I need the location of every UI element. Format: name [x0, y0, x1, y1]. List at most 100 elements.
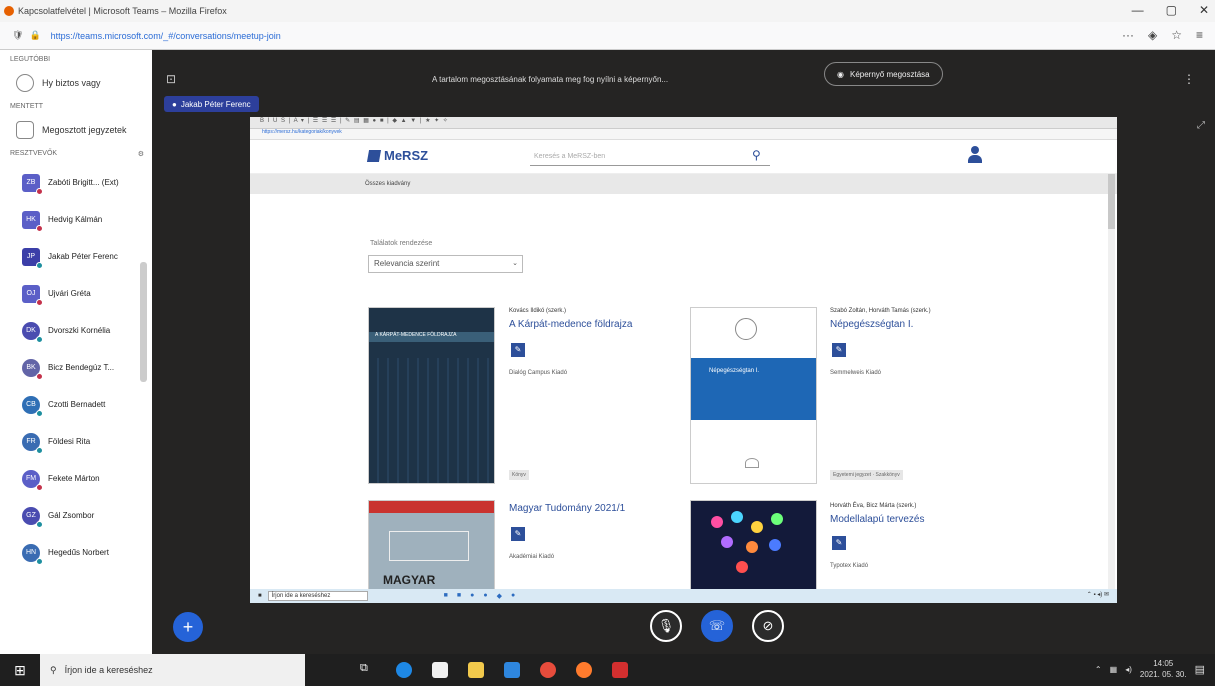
- participants-sidebar: LEGUTÓBBI Hy biztos vagy MENTETT Megoszt…: [0, 50, 152, 654]
- participant-item[interactable]: CB Czotti Bernadett: [0, 386, 152, 423]
- call-controls: 🎙 ☏ ⊘: [650, 610, 784, 642]
- hang-up-button[interactable]: ☏: [701, 610, 733, 642]
- menu-icon[interactable]: ≡: [1196, 28, 1203, 42]
- participant-item[interactable]: JP Jakab Péter Ferenc: [0, 238, 152, 275]
- pdf-icon[interactable]: [612, 662, 628, 678]
- search-icon[interactable]: ⚲: [752, 148, 761, 162]
- tray-chevron-icon[interactable]: ⌃: [1095, 665, 1102, 674]
- avatar: HK: [22, 210, 43, 232]
- participant-item[interactable]: HK Hedvig Kálmán: [0, 201, 152, 238]
- presence-status-icon: [36, 224, 43, 232]
- ebook-badge-icon: ✎: [511, 343, 525, 357]
- volume-icon[interactable]: ◂): [1125, 665, 1132, 674]
- card-tag[interactable]: Egyetemi jegyzet · Szakkönyv: [830, 470, 903, 480]
- clock-date: 2021. 05. 30.: [1139, 670, 1187, 679]
- participant-name: Gál Zsombor: [48, 511, 95, 520]
- chrome-icon[interactable]: [540, 662, 556, 678]
- more-options-icon[interactable]: ⋮: [1183, 72, 1195, 86]
- participant-item[interactable]: HN Hegedűs Norbert: [0, 534, 152, 571]
- avatar-initials: HK: [26, 216, 36, 223]
- minimize-icon[interactable]: —: [1132, 3, 1144, 17]
- presence-status-icon: [36, 446, 43, 454]
- task-view-icon[interactable]: ⧉: [360, 662, 376, 678]
- shared-app-icon: ●: [483, 592, 488, 599]
- shared-app-icon: ●: [470, 592, 475, 599]
- card-title[interactable]: Magyar Tudomány 2021/1: [509, 503, 625, 514]
- shared-toolbar: B I U S | A ▾ | ☰ ☰ ☰ | ✎ ▤ ▦ ● ■ | ◆ ▲ …: [250, 117, 1117, 129]
- cover-title: MAGYAR: [383, 573, 436, 587]
- maximize-icon[interactable]: ▢: [1166, 3, 1177, 17]
- book-cover[interactable]: A KÁRPÁT-MEDENCE FÖLDRAJZA: [368, 307, 495, 484]
- add-button[interactable]: +: [173, 612, 203, 642]
- shield-icon[interactable]: 🛡: [12, 30, 23, 41]
- participant-item[interactable]: BK Bicz Bendegúz T...: [0, 349, 152, 386]
- avatar-initials: BK: [26, 364, 36, 371]
- presence-status-icon: [36, 483, 43, 491]
- settings-gear-icon[interactable]: ⚙: [138, 150, 144, 158]
- participant-item[interactable]: DK Dvorszki Kornélia: [0, 312, 152, 349]
- fullscreen-icon[interactable]: ⤢: [1197, 120, 1205, 131]
- chat-bubble-icon[interactable]: ⊡: [166, 72, 176, 86]
- book-cover[interactable]: [690, 500, 817, 590]
- site-logo[interactable]: MeRSZ: [366, 148, 428, 163]
- card-tag[interactable]: Könyv: [509, 470, 529, 480]
- presenter-badge: ● Jakab Péter Ferenc: [164, 96, 259, 112]
- edge-icon[interactable]: [396, 662, 412, 678]
- site-search-input[interactable]: Keresés a MeRSZ-ben: [530, 148, 770, 166]
- participant-item[interactable]: ZB Zabóti Brigitt... (Ext): [0, 164, 152, 201]
- user-account-icon[interactable]: [968, 146, 982, 164]
- avatar: CB: [22, 395, 43, 417]
- section-contacts-header: RESZTVEVŐK ⚙: [0, 144, 152, 164]
- share-screen-button[interactable]: ◉ Képernyő megosztása: [824, 62, 943, 86]
- more-icon[interactable]: ···: [1122, 28, 1134, 42]
- avatar-initials: ZB: [26, 179, 36, 186]
- network-icon[interactable]: ▦: [1110, 665, 1118, 674]
- participant-name: Bicz Bendegúz T...: [48, 363, 115, 372]
- presence-status-icon: [36, 520, 43, 528]
- participant-item[interactable]: FR Földesi Rita: [0, 423, 152, 460]
- bookmark-star-icon[interactable]: ☆: [1171, 28, 1182, 42]
- book-cover[interactable]: MAGYAR: [368, 500, 495, 590]
- start-button[interactable]: ⊞: [0, 654, 40, 686]
- book-cover[interactable]: Népegészségtan I.: [690, 307, 817, 484]
- card-title[interactable]: Népegészségtan I.: [830, 319, 913, 330]
- recent-item[interactable]: Hy biztos vagy: [0, 69, 152, 97]
- close-icon[interactable]: ✕: [1199, 3, 1209, 17]
- participant-name: Czotti Bernadett: [48, 400, 106, 409]
- taskbar-search-box[interactable]: ⚲ Írjon ide a kereséshez: [40, 654, 305, 686]
- browser-titlebar: Kapcsolatfelvétel | Microsoft Teams – Mo…: [0, 0, 1215, 22]
- avatar-initials: CB: [26, 401, 36, 408]
- presence-status-icon: [36, 187, 43, 195]
- presence-status-icon: [36, 335, 43, 343]
- avatar: HN: [22, 543, 43, 565]
- section-saved-header: MENTETT: [10, 103, 44, 110]
- file-explorer-icon[interactable]: [468, 662, 484, 678]
- sort-select[interactable]: Relevancia szerint ⌄: [368, 255, 523, 273]
- clock[interactable]: 14:05 2021. 05. 30.: [1140, 658, 1187, 680]
- firefox-taskbar-icon[interactable]: [576, 662, 592, 678]
- avatar-initials: DK: [26, 327, 36, 334]
- breadcrumb[interactable]: Összes kiadvány: [250, 174, 1117, 194]
- firefox-icon: [4, 6, 14, 16]
- shared-taskbar: ■ Írjon ide a kereséshez ■ ■ ● ● ◆ ● ⌃ ▪…: [250, 589, 1117, 603]
- mute-microphone-button[interactable]: 🎙: [650, 610, 682, 642]
- shared-tray: ⌃ ▪ ◂) ✉: [1086, 592, 1109, 598]
- participant-item[interactable]: GZ Gál Zsombor: [0, 497, 152, 534]
- site-header: MeRSZ Keresés a MeRSZ-ben ⚲: [250, 140, 1117, 174]
- card-title[interactable]: A Kárpát-medence földrajza: [509, 319, 632, 330]
- sidebar-scrollbar[interactable]: [140, 262, 147, 382]
- participant-name: Hegedűs Norbert: [48, 548, 109, 557]
- camera-toggle-button[interactable]: ⊘: [752, 610, 784, 642]
- notifications-icon[interactable]: ▤: [1195, 663, 1205, 676]
- participant-item[interactable]: FM Fekete Márton: [0, 460, 152, 497]
- mail-icon[interactable]: [504, 662, 520, 678]
- store-icon[interactable]: [432, 662, 448, 678]
- page-scrollbar[interactable]: [1108, 174, 1115, 594]
- saved-item[interactable]: Megosztott jegyzetek: [0, 116, 152, 144]
- card-title[interactable]: Modellalapú tervezés: [830, 514, 925, 525]
- participant-item[interactable]: OJ Ujvári Gréta: [0, 275, 152, 312]
- system-tray: ⌃ ▦ ◂) 14:05 2021. 05. 30. ▤: [1095, 658, 1205, 680]
- card-author: Horváth Éva, Bicz Márta (szerk.): [830, 503, 917, 509]
- pocket-icon[interactable]: ◈: [1148, 28, 1157, 42]
- url-field[interactable]: https://teams.microsoft.com/_#/conversat…: [51, 31, 281, 41]
